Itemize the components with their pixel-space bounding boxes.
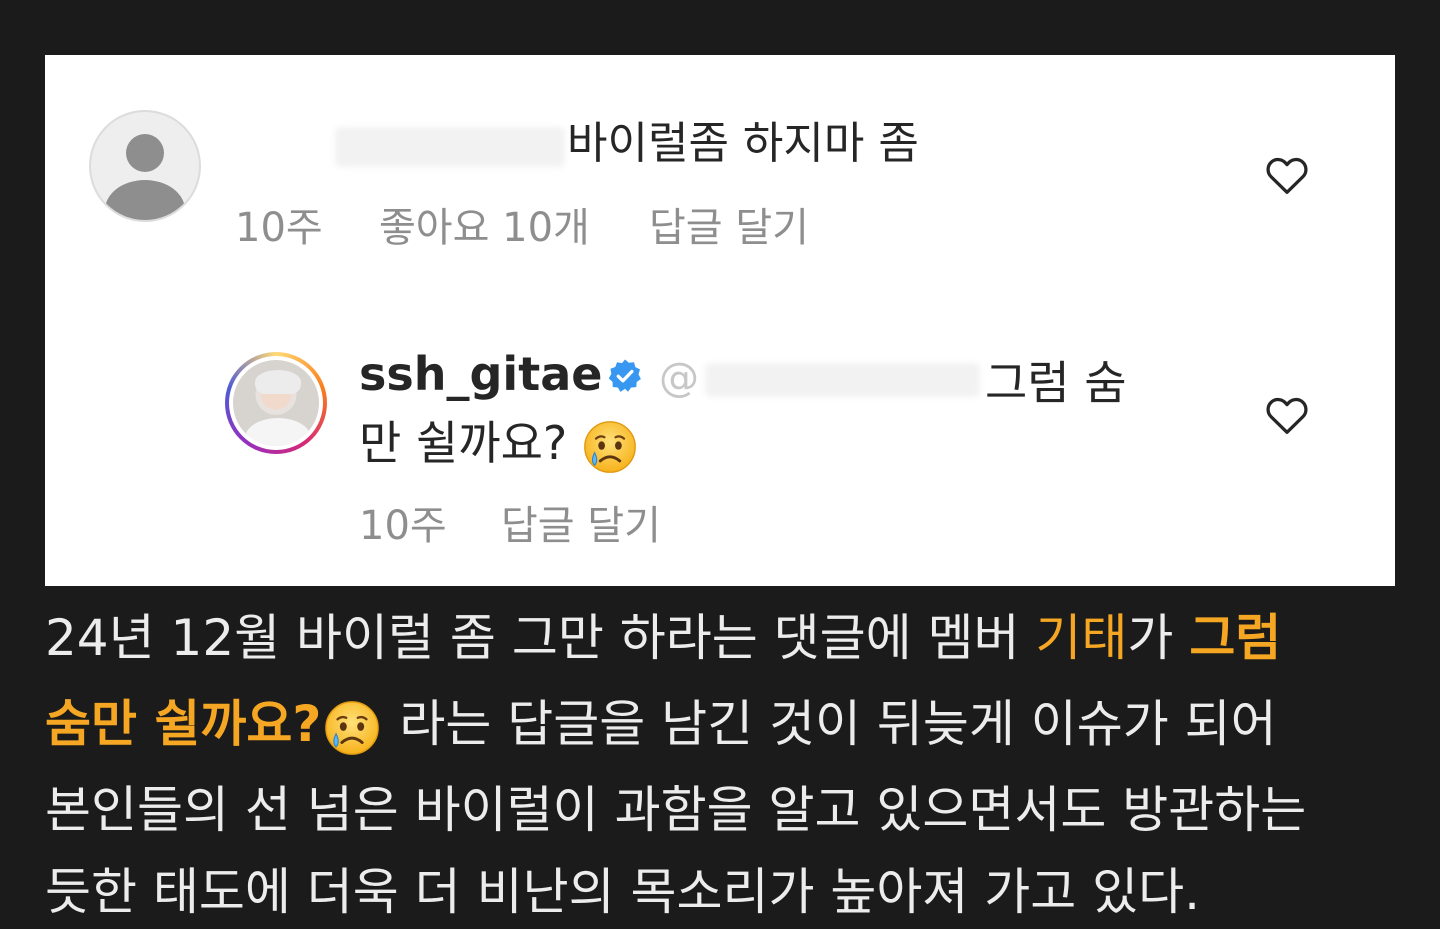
caption-line2-text: 라는 답글을 남긴 것이 뒤늦게 이슈가 되어 — [383, 695, 1277, 753]
caption-line-3: 본인들의 선 넘은 바이럴이 과함을 알고 있으면서도 방관하는 — [45, 781, 1307, 839]
crying-face-emoji — [584, 420, 636, 473]
caption-line-4: 듯한 태도에 더욱 더 비난의 목소리가 높아져 가고 있다. — [45, 863, 1201, 921]
default-avatar-icon[interactable] — [89, 110, 201, 222]
heart-icon[interactable] — [1265, 155, 1309, 195]
heart-icon[interactable] — [1265, 395, 1309, 435]
comment2-username[interactable]: ssh_gitae — [359, 347, 602, 401]
comment2-text-tail: 그럼 숨 — [985, 356, 1127, 410]
caption-line-1: 24년 12월 바이럴 좀 그만 하라는 댓글에 멤버 기태가 그럼 — [45, 598, 1425, 670]
comment2-text-line2: 만 쉴까요? — [359, 407, 638, 475]
caption-member-name: 기태 — [1035, 609, 1128, 667]
caption-line-2: 숨만 쉴까요? 라는 답글을 남긴 것이 뒤늦게 이슈가 되어 — [45, 684, 1425, 757]
mention-at-sign: @ — [659, 355, 699, 401]
verified-badge-icon — [608, 359, 641, 392]
comment2-reply-button[interactable]: 답글 달기 — [501, 493, 661, 551]
avatar-photo — [233, 360, 319, 446]
blurred-mention — [705, 363, 980, 397]
comment1-time: 10주 — [235, 205, 323, 251]
avatar-hair — [255, 370, 301, 394]
caption-quote-end: 숨만 쉴까요? — [45, 695, 322, 753]
instagram-comments-screenshot: 바이럴좀 하지마 좀 10주 좋아요 10개 답글 달기 ssh_gitae @… — [45, 55, 1395, 586]
avatar-head — [126, 134, 164, 172]
blurred-username — [335, 127, 565, 167]
comment2-time: 10주 — [359, 503, 447, 549]
comment2-text-line2-label: 만 쉴까요? — [359, 416, 568, 470]
comment1-text: 바이럴좀 하지마 좀 — [567, 118, 919, 169]
caption-quote-start: 그럼 — [1189, 609, 1282, 667]
crying-face-emoji — [325, 700, 380, 755]
caption-line1-text: 24년 12월 바이럴 좀 그만 하라는 댓글에 멤버 — [45, 609, 1036, 667]
avatar-ring-inner — [229, 356, 323, 450]
user-avatar[interactable] — [225, 352, 327, 454]
caption-line1-particle: 가 — [1127, 609, 1190, 667]
comment1-likes[interactable]: 좋아요 10개 — [379, 195, 590, 253]
comment1-reply-button[interactable]: 답글 달기 — [649, 195, 809, 253]
avatar-shoulders — [105, 180, 185, 220]
avatar-body — [245, 418, 311, 446]
